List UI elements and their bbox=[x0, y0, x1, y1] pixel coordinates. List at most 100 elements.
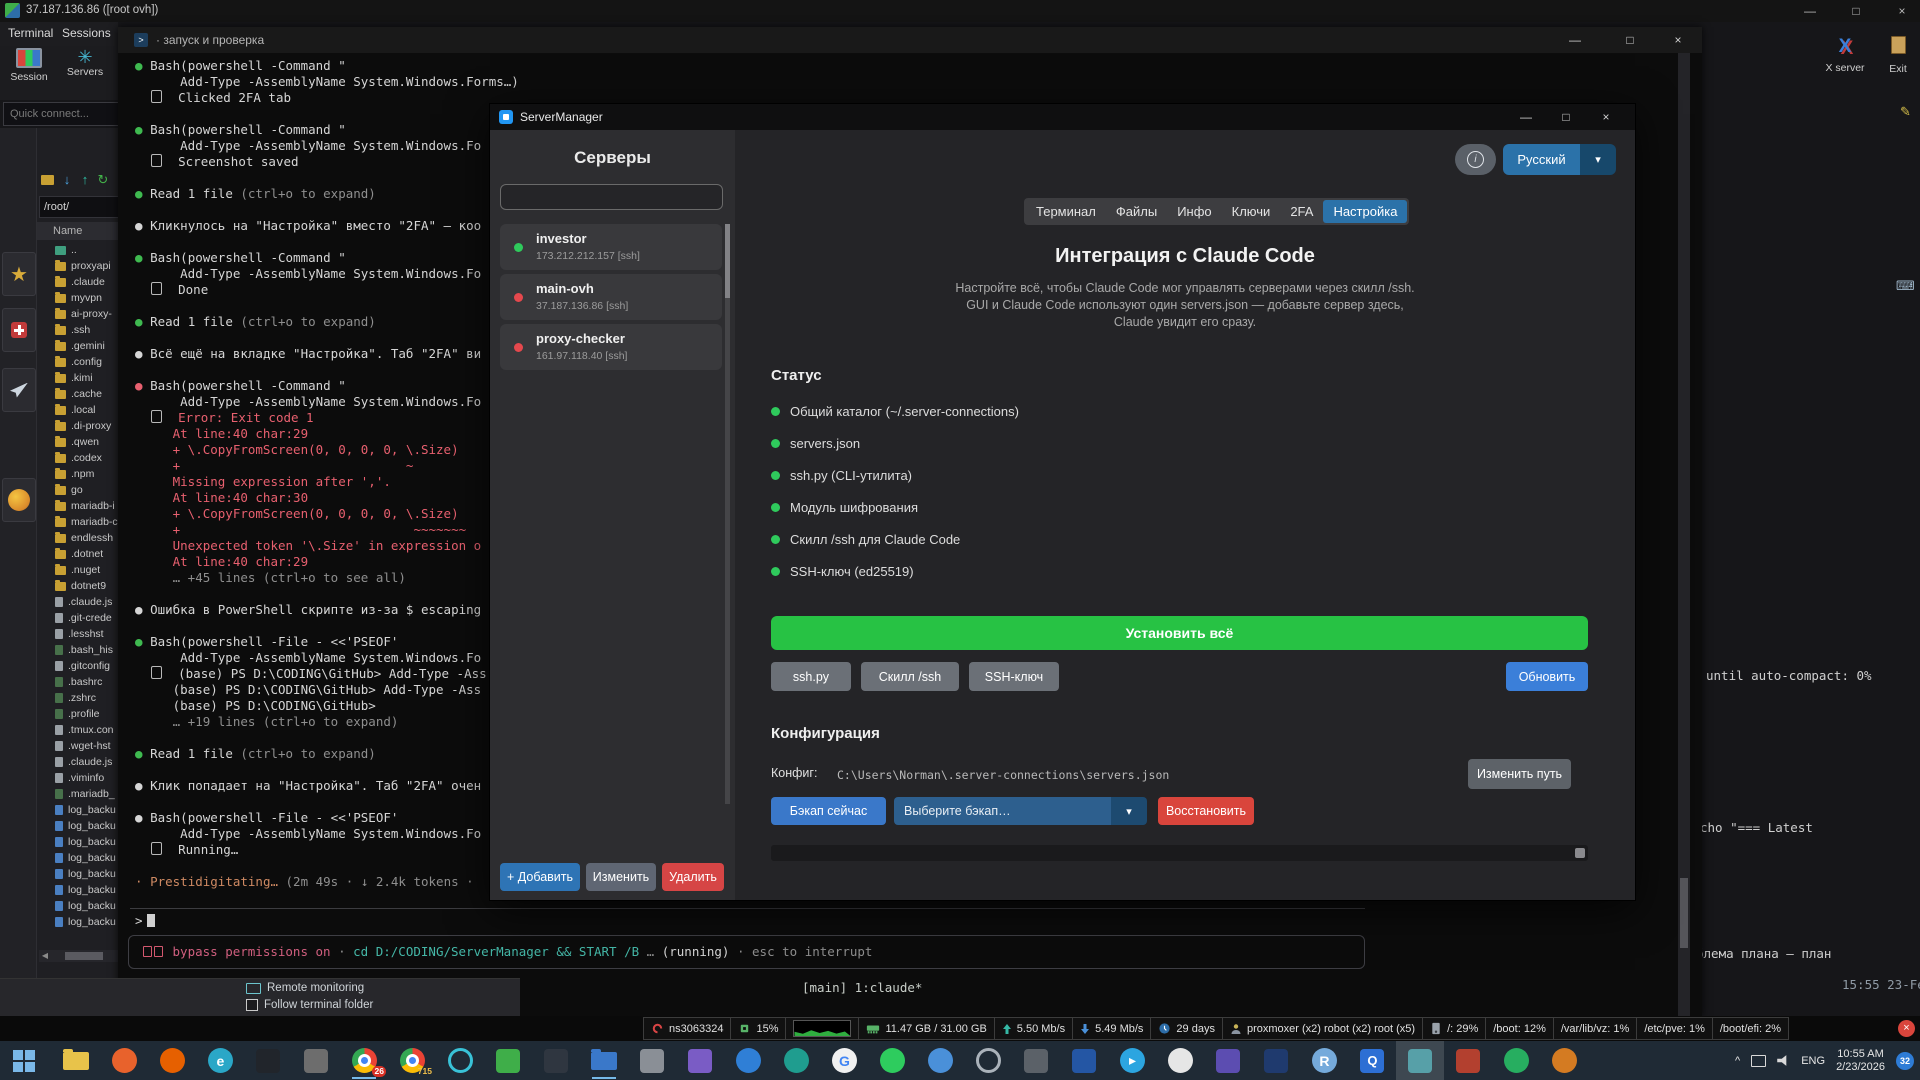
favorites-star-icon[interactable]: ★ bbox=[2, 252, 36, 296]
file-row[interactable]: .viminfo bbox=[37, 770, 127, 786]
terminal-maximize-button[interactable]: □ bbox=[1610, 27, 1650, 53]
log-strip-scrollbar[interactable] bbox=[771, 845, 1588, 861]
whatsapp[interactable] bbox=[868, 1041, 916, 1080]
chrome-profile[interactable]: 26 bbox=[340, 1041, 388, 1080]
edit-server-button[interactable]: Изменить bbox=[586, 863, 656, 891]
terminal-prompt[interactable]: > bbox=[135, 913, 155, 928]
rstudio[interactable]: R bbox=[1300, 1041, 1348, 1080]
exit-button[interactable]: Exit bbox=[1878, 36, 1918, 77]
file-row[interactable]: .bashrc bbox=[37, 674, 127, 690]
file-row[interactable]: mariadb-c bbox=[37, 514, 127, 530]
file-explorer[interactable] bbox=[52, 1041, 100, 1080]
quick-assist[interactable]: Q bbox=[1348, 1041, 1396, 1080]
file-row[interactable]: .mariadb_ bbox=[37, 786, 127, 802]
add-server-button[interactable]: + Добавить bbox=[500, 863, 580, 891]
sm-close-button[interactable]: × bbox=[1587, 104, 1625, 130]
speaker-icon[interactable] bbox=[1777, 1055, 1790, 1067]
maximize-button[interactable]: □ bbox=[1840, 2, 1872, 20]
remote-session[interactable] bbox=[1396, 1041, 1444, 1080]
app-blue-2[interactable] bbox=[916, 1041, 964, 1080]
path-input[interactable]: /root/ bbox=[39, 196, 125, 218]
file-row[interactable]: proxyapi bbox=[37, 258, 127, 274]
file-row[interactable]: .gitconfig bbox=[37, 658, 127, 674]
app-teal-ring[interactable] bbox=[436, 1041, 484, 1080]
file-row[interactable]: log_backu bbox=[37, 898, 127, 914]
chrome-profile[interactable]: 715 bbox=[388, 1041, 436, 1080]
edit-pencil-icon[interactable]: ✎ bbox=[1900, 104, 1911, 120]
file-row[interactable]: .dotnet bbox=[37, 546, 127, 562]
refresh-icon[interactable]: ↻ bbox=[95, 172, 111, 188]
scrollbar-thumb[interactable] bbox=[1575, 848, 1585, 858]
file-row[interactable]: ai-proxy- bbox=[37, 306, 127, 322]
install-all-button[interactable]: Установить всё bbox=[771, 616, 1588, 650]
monitoring-close-button[interactable]: × bbox=[1898, 1020, 1915, 1037]
file-row[interactable]: .zshrc bbox=[37, 690, 127, 706]
app-blue-square[interactable] bbox=[1060, 1041, 1108, 1080]
file-row[interactable]: .. bbox=[37, 242, 127, 258]
app-gray[interactable] bbox=[292, 1041, 340, 1080]
app-navy[interactable] bbox=[1252, 1041, 1300, 1080]
session-button[interactable]: Session bbox=[2, 48, 56, 98]
file-row[interactable]: dotnet9 bbox=[37, 578, 127, 594]
file-row[interactable]: .cache bbox=[37, 386, 127, 402]
tab-2fa[interactable]: 2FA bbox=[1280, 200, 1323, 223]
ide-dark[interactable] bbox=[244, 1041, 292, 1080]
network-icon[interactable] bbox=[1751, 1055, 1766, 1067]
tab-terminal[interactable]: Терминал bbox=[1026, 200, 1106, 223]
scrollbar-thumb[interactable] bbox=[65, 952, 103, 960]
telegram[interactable]: ▸ bbox=[1108, 1041, 1156, 1080]
tab-keys[interactable]: Ключи bbox=[1222, 200, 1281, 223]
component-skill-button[interactable]: Скилл /ssh bbox=[861, 662, 959, 691]
scrollbar-thumb[interactable] bbox=[725, 224, 730, 298]
file-row[interactable]: myvpn bbox=[37, 290, 127, 306]
tab-info[interactable]: Инфо bbox=[1167, 200, 1221, 223]
file-row[interactable]: .gemini bbox=[37, 338, 127, 354]
web-globe-icon[interactable] bbox=[2, 478, 36, 522]
sm-maximize-button[interactable]: □ bbox=[1547, 104, 1585, 130]
file-row[interactable]: log_backu bbox=[37, 850, 127, 866]
folder-blue[interactable] bbox=[580, 1041, 628, 1080]
file-row[interactable]: .claude.js bbox=[37, 754, 127, 770]
file-row[interactable]: .di-proxy bbox=[37, 418, 127, 434]
file-row[interactable]: .git-crede bbox=[37, 610, 127, 626]
close-button[interactable]: × bbox=[1886, 2, 1918, 20]
menu-terminal[interactable]: Terminal bbox=[8, 26, 53, 40]
app-gear[interactable] bbox=[1012, 1041, 1060, 1080]
app-violet[interactable] bbox=[1204, 1041, 1252, 1080]
tab-files[interactable]: Файлы bbox=[1106, 200, 1167, 223]
file-row[interactable]: log_backu bbox=[37, 818, 127, 834]
server-search-input[interactable] bbox=[500, 184, 723, 210]
app-white[interactable] bbox=[1156, 1041, 1204, 1080]
file-row[interactable]: .config bbox=[37, 354, 127, 370]
file-row[interactable]: .local bbox=[37, 402, 127, 418]
component-sshkey-button[interactable]: SSH-ключ bbox=[969, 662, 1059, 691]
tray-chevron-icon[interactable]: ^ bbox=[1735, 1055, 1740, 1067]
language-dropdown[interactable]: Русский ▾ bbox=[1503, 144, 1616, 175]
file-row[interactable]: log_backu bbox=[37, 834, 127, 850]
follow-terminal-folder-checkbox[interactable]: Follow terminal folder bbox=[246, 999, 373, 1011]
backup-now-button[interactable]: Бэкап сейчас bbox=[771, 797, 886, 825]
app-teal-circle[interactable] bbox=[772, 1041, 820, 1080]
delete-server-button[interactable]: Удалить bbox=[662, 863, 724, 891]
app-dark[interactable] bbox=[532, 1041, 580, 1080]
terminal-tab-title[interactable]: · запуск и проверка bbox=[156, 33, 264, 47]
file-row[interactable]: .wget-hst bbox=[37, 738, 127, 754]
app-gray-2[interactable] bbox=[628, 1041, 676, 1080]
server-item[interactable]: main-ovh37.187.136.86 [ssh] bbox=[500, 274, 722, 320]
file-row[interactable]: .ssh bbox=[37, 322, 127, 338]
app-purple[interactable] bbox=[676, 1041, 724, 1080]
upload-icon[interactable]: ↑ bbox=[77, 172, 93, 188]
notifications-button[interactable]: 32 bbox=[1896, 1052, 1914, 1070]
notepad[interactable] bbox=[484, 1041, 532, 1080]
scrollbar-thumb[interactable] bbox=[1680, 878, 1688, 948]
backup-select-dropdown[interactable]: Выберите бэкап… ▾ bbox=[894, 797, 1147, 825]
file-row[interactable]: .claude bbox=[37, 274, 127, 290]
obs[interactable] bbox=[964, 1041, 1012, 1080]
remote-monitoring-toggle[interactable]: Remote monitoring bbox=[246, 982, 364, 994]
language-indicator[interactable]: ENG bbox=[1801, 1055, 1825, 1067]
files-column-header[interactable]: Name bbox=[37, 222, 127, 240]
file-row[interactable]: .claude.js bbox=[37, 594, 127, 610]
scroll-left-icon[interactable]: ◀ bbox=[39, 950, 51, 962]
file-row[interactable]: log_backu bbox=[37, 802, 127, 818]
file-row[interactable]: .tmux.con bbox=[37, 722, 127, 738]
